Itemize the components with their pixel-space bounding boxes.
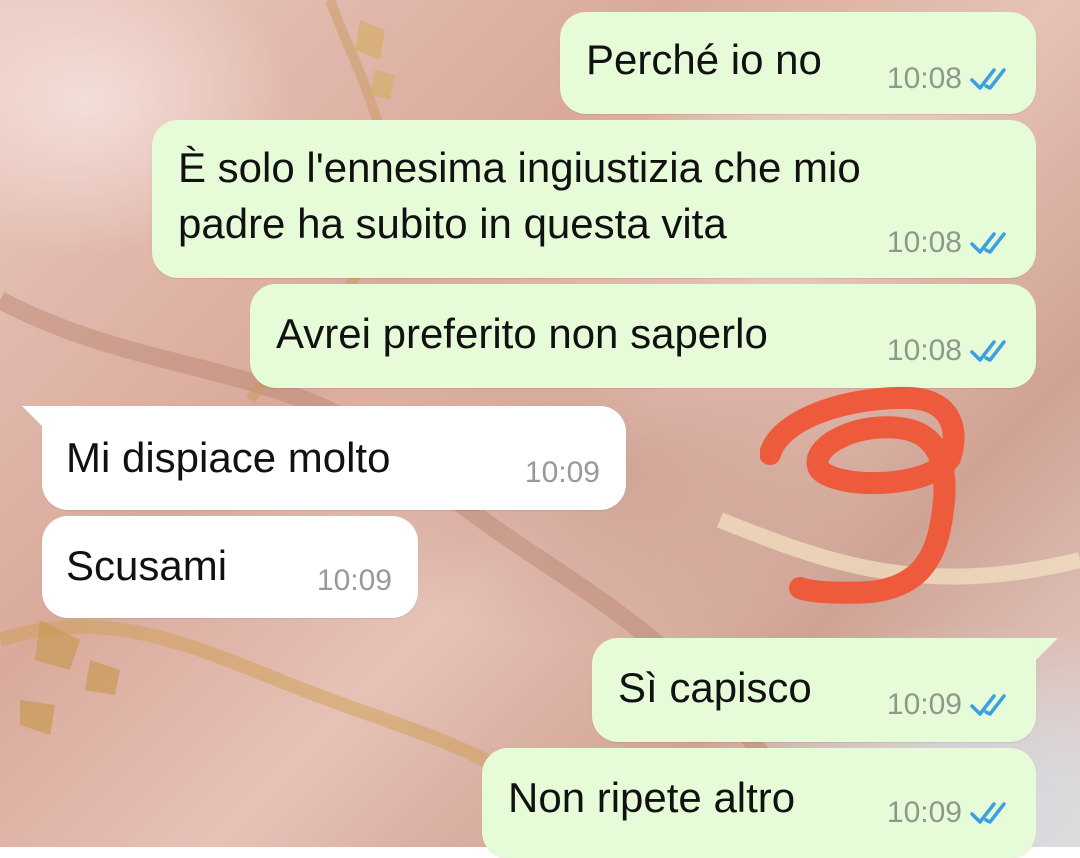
message-bubble-outgoing[interactable]: Perché io no 10:08 <box>560 12 1036 114</box>
message-bubble-outgoing[interactable]: Avrei preferito non saperlo 10:08 <box>250 284 1036 388</box>
message-time: 10:09 <box>524 456 600 489</box>
message-bubble-incoming[interactable]: Mi dispiace molto 10:09 <box>42 406 626 510</box>
message-time: 10:09 <box>886 688 962 721</box>
message-bubble-outgoing[interactable]: Sì capisco 10:09 <box>592 638 1036 742</box>
message-text: Sì capisco <box>618 664 812 711</box>
message-text: È solo l'ennesima ingiustizia che mio pa… <box>178 144 861 247</box>
message-time: 10:08 <box>886 226 962 259</box>
message-text: Mi dispiace molto <box>66 434 391 481</box>
message-bubble-outgoing[interactable]: Non ripete altro 10:09 <box>482 748 1036 858</box>
message-text: Non ripete altro <box>508 774 796 821</box>
message-time: 10:08 <box>886 62 962 95</box>
bubble-tail <box>22 406 44 428</box>
double-check-icon <box>970 68 1006 90</box>
bubble-tail <box>1036 638 1058 660</box>
message-text: Scusami <box>66 542 228 589</box>
message-text: Perché io no <box>586 36 822 83</box>
message-bubble-outgoing[interactable]: È solo l'ennesima ingiustizia che mio pa… <box>152 120 1036 278</box>
double-check-icon <box>970 694 1006 716</box>
message-text: Avrei preferito non saperlo <box>276 310 768 357</box>
double-check-icon <box>970 232 1006 254</box>
double-check-icon <box>970 340 1006 362</box>
message-time: 10:09 <box>886 796 962 829</box>
message-bubble-incoming[interactable]: Scusami 10:09 <box>42 516 418 618</box>
message-time: 10:08 <box>886 334 962 367</box>
message-time: 10:09 <box>316 564 392 597</box>
handdrawn-nine-annotation <box>760 386 965 604</box>
double-check-icon <box>970 802 1006 824</box>
